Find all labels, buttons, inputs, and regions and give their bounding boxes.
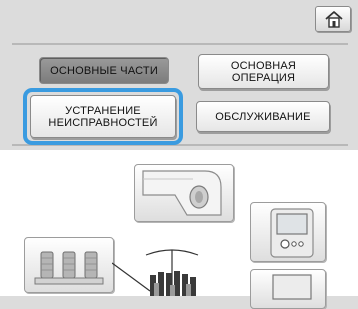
- thread-spools-icon: [34, 251, 104, 285]
- basic-parts-label: ОСНОВНЫЕ ЧАСТИ: [50, 64, 158, 77]
- control-panel-icon: [270, 208, 314, 258]
- machine-arm-tile[interactable]: [134, 164, 234, 222]
- illustration-area: [0, 150, 358, 309]
- basic-operation-button[interactable]: ОСНОВНАЯ ОПЕРАЦИЯ: [198, 54, 329, 89]
- basic-operation-label: ОСНОВНАЯ ОПЕРАЦИЯ: [230, 59, 297, 84]
- control-panel-tile[interactable]: [250, 202, 326, 262]
- spool-stand-icon: [112, 249, 199, 296]
- home-icon: [325, 11, 343, 28]
- troubleshooting-label: УСТРАНЕНИЕ НЕИСПРАВНОСТЕЙ: [48, 104, 158, 129]
- thread-spools-tile[interactable]: [24, 237, 114, 293]
- home-button[interactable]: [315, 6, 351, 32]
- basic-parts-button[interactable]: ОСНОВНЫЕ ЧАСТИ: [39, 57, 169, 84]
- troubleshooting-button[interactable]: УСТРАНЕНИЕ НЕИСПРАВНОСТЕЙ: [30, 95, 176, 138]
- display-tile[interactable]: [250, 269, 326, 309]
- maintenance-button[interactable]: ОБСЛУЖИВАНИЕ: [196, 101, 330, 132]
- maintenance-label: ОБСЛУЖИВАНИЕ: [215, 110, 311, 123]
- machine-arm-icon: [142, 170, 222, 216]
